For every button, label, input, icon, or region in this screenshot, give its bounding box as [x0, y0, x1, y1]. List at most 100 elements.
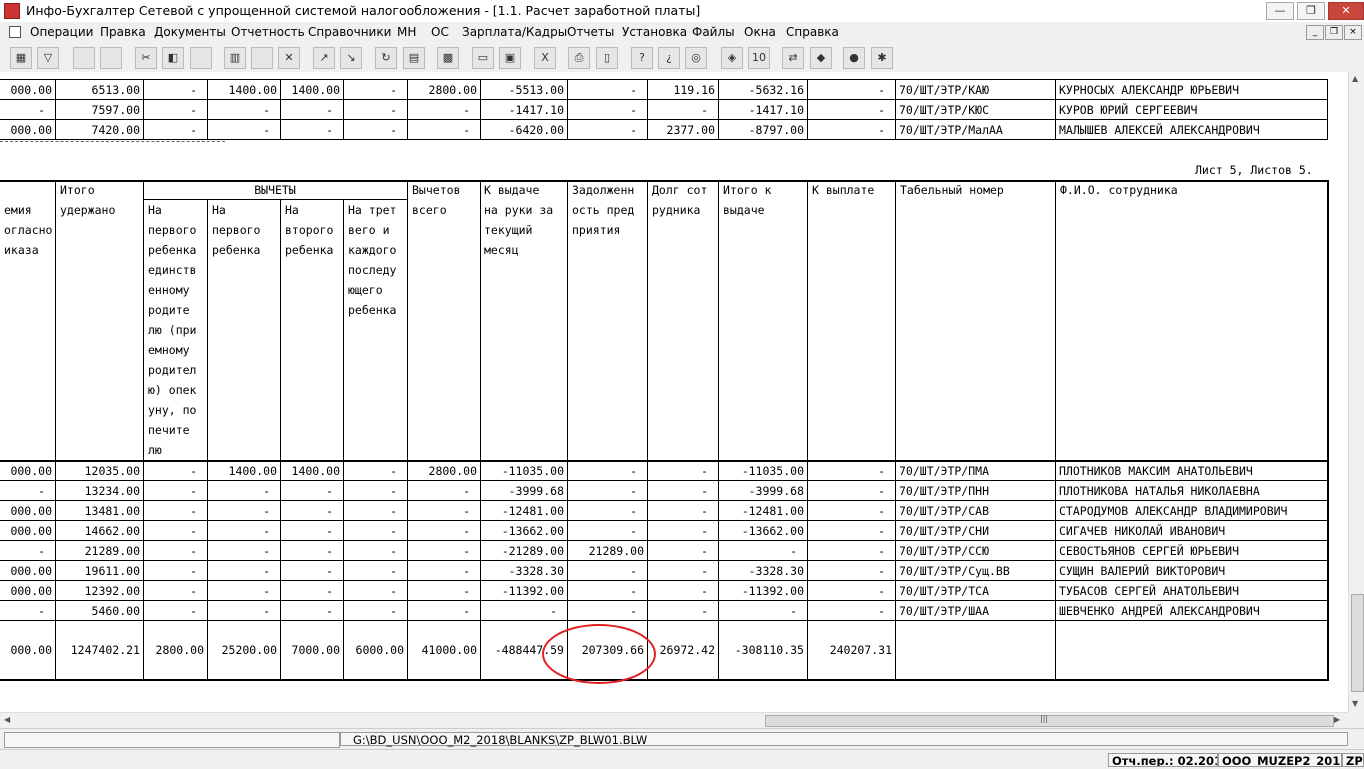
help-icon[interactable]: ?: [631, 47, 653, 69]
title-bar: Инфо-Бухгалтер Сетевой с упрощенной сист…: [0, 0, 1364, 23]
anydesk-icon[interactable]: ◆: [810, 47, 832, 69]
table-cell: -: [878, 103, 885, 117]
excel-icon[interactable]: X: [534, 47, 556, 69]
horizontal-scroll-thumb[interactable]: [765, 715, 1334, 727]
menu-operations[interactable]: Операции: [30, 25, 93, 39]
header-cell: первого: [212, 223, 261, 237]
close-button[interactable]: ✕: [1328, 2, 1364, 20]
table-cell: -: [630, 484, 637, 498]
menu-windows[interactable]: Окна: [744, 25, 776, 39]
vertical-scrollbar[interactable]: ▲ ▼: [1348, 72, 1364, 712]
menu-reporting[interactable]: Отчетность: [231, 25, 305, 39]
table-cell: -: [390, 103, 397, 117]
grid-line: [343, 199, 344, 460]
menu-references[interactable]: Справочники: [308, 25, 391, 39]
table-cell: -: [878, 83, 885, 97]
header-cell: На: [148, 203, 162, 217]
table-cell: -21289.00: [501, 544, 564, 558]
menu-files[interactable]: Файлы: [692, 25, 735, 39]
tab-number-cell: 70/ШТ/ЭТР/МалАА: [899, 123, 1003, 137]
menu-mn[interactable]: МН: [397, 25, 416, 39]
calculator-icon[interactable]: ▩: [437, 47, 459, 69]
scroll-up-icon[interactable]: ▲: [1352, 74, 1358, 83]
menu-documents[interactable]: Документы: [154, 25, 226, 39]
table-cell: -: [878, 123, 885, 137]
table-cell: 000.00: [10, 524, 52, 538]
total-cell: 2800.00: [155, 643, 204, 657]
context-help-icon[interactable]: ¿: [658, 47, 680, 69]
pdf-icon[interactable]: ▤: [403, 47, 425, 69]
menu-help[interactable]: Справка: [786, 25, 839, 39]
calendar-icon[interactable]: ▥: [224, 47, 246, 69]
maximize-button[interactable]: ❐: [1297, 2, 1325, 20]
grid-line: [143, 199, 407, 200]
header-cell: огласно: [4, 223, 53, 237]
table-cell: -: [878, 464, 885, 478]
cut-icon[interactable]: ✂: [135, 47, 157, 69]
document-system-menu-icon[interactable]: [9, 26, 21, 38]
scroll-down-icon[interactable]: ▼: [1352, 699, 1358, 708]
table-cell: 7597.00: [91, 103, 140, 117]
menu-fixed-assets[interactable]: ОС: [431, 25, 449, 39]
header-cell: На: [285, 203, 299, 217]
header-cell: Долг сот: [652, 183, 708, 197]
filter-icon[interactable]: ▽: [37, 47, 59, 69]
app-icon: [4, 3, 20, 19]
blank-icon[interactable]: [100, 47, 122, 69]
table-cell: -: [390, 564, 397, 578]
tab-number-cell: 70/ШТ/ЭТР/САВ: [899, 504, 990, 518]
table-icon[interactable]: ▦: [10, 47, 32, 69]
table-cell: 1400.00: [291, 464, 340, 478]
vertical-scroll-thumb[interactable]: [1351, 594, 1364, 692]
blank-icon[interactable]: [190, 47, 212, 69]
doc-minimize-button[interactable]: _: [1306, 25, 1324, 40]
menu-payroll[interactable]: Зарплата/Кадры: [462, 25, 567, 39]
header-cell: лю (при: [148, 323, 197, 337]
teamviewer-icon[interactable]: ⇄: [782, 47, 804, 69]
table-cell: -: [878, 524, 885, 538]
table-cell: -: [38, 484, 45, 498]
blank-icon[interactable]: [251, 47, 273, 69]
open-folder-icon[interactable]: ▭: [472, 47, 494, 69]
doc-restore-button[interactable]: ❐: [1325, 25, 1343, 40]
compass-icon[interactable]: ◎: [685, 47, 707, 69]
window-title: Инфо-Бухгалтер Сетевой с упрощенной сист…: [26, 3, 701, 18]
settings-icon[interactable]: ✱: [871, 47, 893, 69]
scroll-left-icon[interactable]: ◀: [4, 715, 10, 724]
doc-close-button[interactable]: ×: [1344, 25, 1362, 40]
print-icon[interactable]: ⎙: [568, 47, 590, 69]
menu-reports[interactable]: Отчеты: [567, 25, 614, 39]
table-cell: 12392.00: [84, 584, 140, 598]
table-cell: -5513.00: [508, 83, 564, 97]
grid-line: [280, 199, 281, 460]
table-cell: -12481.00: [741, 504, 804, 518]
menu-edit[interactable]: Правка: [100, 25, 146, 39]
table-cell: -: [326, 584, 333, 598]
table-cell: -: [701, 524, 708, 538]
rubric-icon[interactable]: ◈: [721, 47, 743, 69]
column-icon[interactable]: ◧: [162, 47, 184, 69]
save-icon[interactable]: ▣: [499, 47, 521, 69]
scroll-right-icon[interactable]: ▶: [1334, 715, 1340, 724]
minimize-button[interactable]: —: [1266, 2, 1294, 20]
blank-icon[interactable]: [73, 47, 95, 69]
refresh-icon[interactable]: ↻: [375, 47, 397, 69]
employee-name-cell: СИГАЧЕВ НИКОЛАЙ ИВАНОВИЧ: [1059, 524, 1226, 538]
table-cell: -: [463, 103, 470, 117]
table-cell: -: [263, 564, 270, 578]
table-cell: -: [390, 504, 397, 518]
table-cell: -: [701, 564, 708, 578]
export-icon[interactable]: ↗: [313, 47, 335, 69]
globe-icon[interactable]: ●: [843, 47, 865, 69]
preview-icon[interactable]: ▯: [596, 47, 618, 69]
ib10-icon[interactable]: 10: [748, 47, 770, 69]
header-cell: приятия: [572, 223, 621, 237]
import-icon[interactable]: ↘: [340, 47, 362, 69]
tab-number-cell: 70/ШТ/ЭТР/ССЮ: [899, 544, 990, 558]
delete-icon[interactable]: ✕: [278, 47, 300, 69]
table-cell: -: [390, 604, 397, 618]
table-cell: -: [326, 504, 333, 518]
menu-setup[interactable]: Установка: [622, 25, 687, 39]
horizontal-scrollbar[interactable]: ◀ ||| ▶: [0, 712, 1348, 728]
table-cell: -: [190, 504, 197, 518]
